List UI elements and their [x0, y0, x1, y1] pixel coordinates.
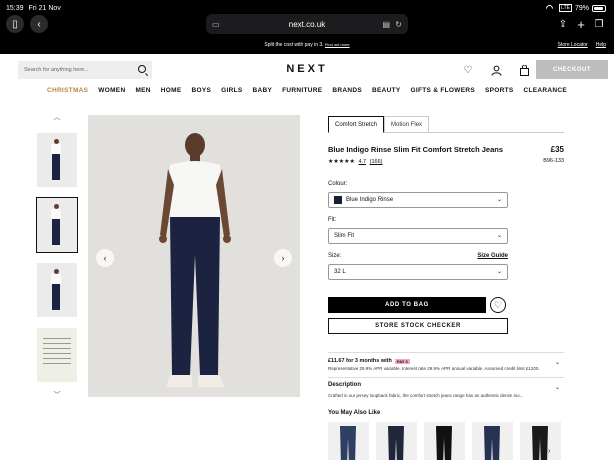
chevron-down-icon[interactable]: ﹀ [37, 390, 77, 400]
favourite-heart-icon[interactable]: ♡ [490, 297, 506, 313]
nav-beauty[interactable]: BEAUTY [372, 87, 401, 94]
size-select[interactable]: 32 L ⌄ [328, 264, 508, 280]
tab-motion-flex[interactable]: Motion Flex [384, 116, 430, 133]
model-photo [159, 133, 231, 387]
tab-overview-icon[interactable]: ▭ [212, 20, 220, 29]
status-time: 15:39 [6, 4, 24, 12]
add-to-bag-button[interactable]: ADD TO BAG [328, 297, 486, 313]
status-date: Fri 21 Nov [28, 4, 61, 12]
reader-icon[interactable]: ▤ [382, 20, 390, 29]
chevron-right-icon[interactable]: › [548, 448, 550, 455]
url-text: next.co.uk [288, 19, 326, 29]
recommended-product[interactable] [424, 421, 465, 460]
product-main-image[interactable]: ‹ › [88, 115, 300, 397]
nav-men[interactable]: MEN [135, 87, 150, 94]
recommendations [328, 421, 564, 460]
account-icon[interactable] [490, 64, 502, 76]
description-text: Crafted in our jersey loopback fabric, t… [328, 392, 524, 398]
thumbnail-image[interactable] [37, 263, 77, 317]
store-stock-checker-button[interactable]: STORE STOCK CHECKER [328, 318, 508, 334]
nav-gifts-flowers[interactable]: GIFTS & FLOWERS [411, 87, 475, 94]
reload-icon[interactable]: ↻ [395, 20, 402, 29]
store-locator-link[interactable]: Store Locator [558, 42, 588, 48]
colour-swatch [334, 196, 342, 204]
main-nav: CHRISTMAS WOMEN MEN HOME BOYS GIRLS BABY… [0, 87, 614, 94]
colour-label: Colour: [328, 181, 348, 187]
product-code: B96-133 [543, 158, 564, 164]
size-label: Size: [328, 253, 342, 259]
size-guide-link[interactable]: Size Guide [477, 253, 508, 259]
fit-value: Slim Fit [334, 233, 354, 239]
share-icon[interactable]: ⇪ [554, 15, 572, 33]
promo-text: Split the cost with pay in 3. [264, 42, 324, 48]
favourites-heart-icon[interactable]: ♡ [462, 64, 474, 76]
next-image-arrow-icon[interactable]: › [274, 249, 292, 267]
sidebar-toggle-icon[interactable]: ▯ [6, 15, 24, 33]
product-title: Blue Indigo Rinse Slim Fit Comfort Stret… [328, 145, 504, 154]
chevron-down-icon: ⌄ [496, 269, 502, 275]
fit-select[interactable]: Slim Fit ⌄ [328, 228, 508, 244]
nav-furniture[interactable]: FURNITURE [282, 87, 322, 94]
thumbnail-fit-guide[interactable] [37, 328, 77, 382]
chevron-up-icon[interactable]: ︿ [37, 112, 77, 122]
nav-sports[interactable]: SPORTS [485, 87, 514, 94]
checkout-button[interactable]: CHECKOUT [536, 60, 608, 79]
description-title: Description [328, 381, 362, 388]
site-header: Search for anything here... NEXT ♡ CHECK… [0, 54, 614, 102]
credit-text: Representative 29.9% APR variable. Inter… [328, 366, 540, 371]
fit-label: Fit: [328, 217, 337, 223]
status-bar: 15:39 Fri 21 Nov LTE 79% [6, 3, 606, 13]
product-variant-tabs: Comfort Stretch Motion Flex [328, 116, 564, 133]
lte-badge: LTE [559, 4, 572, 12]
pay3-badge: PAY 3 [394, 358, 410, 364]
new-tab-icon[interactable]: + [572, 15, 590, 33]
promo-bar: Split the cost with pay in 3. Find out m… [0, 40, 614, 52]
rating-stars-icon: ★★★★★ [328, 159, 355, 165]
browser-chrome: 15:39 Fri 21 Nov LTE 79% ▯ ‹ ▭ next.co.u… [0, 0, 614, 54]
credit-offer[interactable]: £11.67 for 3 months with PAY 3 Represent… [328, 352, 564, 372]
battery-percent: 79% [574, 4, 589, 12]
wifi-icon [544, 3, 555, 13]
battery-icon [592, 4, 606, 12]
recommended-product[interactable] [376, 421, 417, 460]
review-count[interactable]: (166) [370, 159, 383, 165]
credit-title: £11.67 for 3 months with [328, 358, 392, 364]
help-link[interactable]: Help [596, 42, 606, 48]
chevron-down-icon: ⌄ [496, 197, 502, 203]
size-value: 32 L [334, 269, 346, 275]
rating-value[interactable]: 4.7 [358, 159, 366, 165]
bag-icon[interactable] [518, 64, 530, 76]
recommended-product[interactable] [472, 421, 513, 460]
thumbnail-image[interactable] [37, 133, 77, 187]
chevron-down-icon[interactable]: ⌄ [555, 359, 560, 366]
address-bar[interactable]: ▭ next.co.uk ▤ ↻ [206, 14, 408, 34]
previous-image-arrow-icon[interactable]: ‹ [96, 249, 114, 267]
back-icon[interactable]: ‹ [30, 15, 48, 33]
chevron-down-icon[interactable]: ⌄ [555, 384, 560, 391]
tab-comfort-stretch[interactable]: Comfort Stretch [328, 116, 385, 133]
chevron-down-icon: ⌄ [496, 233, 502, 239]
colour-value: Blue Indigo Rinse [346, 197, 394, 203]
product-info: Comfort Stretch Motion Flex Blue Indigo … [328, 116, 564, 460]
thumbnail-strip: ︿ ﹀ [36, 112, 78, 400]
colour-select[interactable]: Blue Indigo Rinse ⌄ [328, 192, 508, 208]
nav-baby[interactable]: BABY [253, 87, 273, 94]
nav-brands[interactable]: BRANDS [332, 87, 362, 94]
description-section[interactable]: Description Crafted in our jersey loopba… [328, 376, 564, 398]
nav-clearance[interactable]: CLEARANCE [524, 87, 568, 94]
recommended-product[interactable] [520, 421, 561, 460]
nav-women[interactable]: WOMEN [98, 87, 125, 94]
recommended-product[interactable] [328, 421, 369, 460]
promo-link[interactable]: Find out more [325, 42, 350, 47]
nav-christmas[interactable]: CHRISTMAS [47, 87, 88, 94]
tabs-icon[interactable]: ❐ [590, 15, 608, 33]
thumbnail-image-selected[interactable] [36, 197, 78, 253]
nav-home[interactable]: HOME [161, 87, 182, 94]
product-price: £35 [550, 145, 564, 154]
nav-girls[interactable]: GIRLS [221, 87, 242, 94]
nav-boys[interactable]: BOYS [192, 87, 212, 94]
you-may-also-like-heading: You May Also Like [328, 409, 381, 416]
